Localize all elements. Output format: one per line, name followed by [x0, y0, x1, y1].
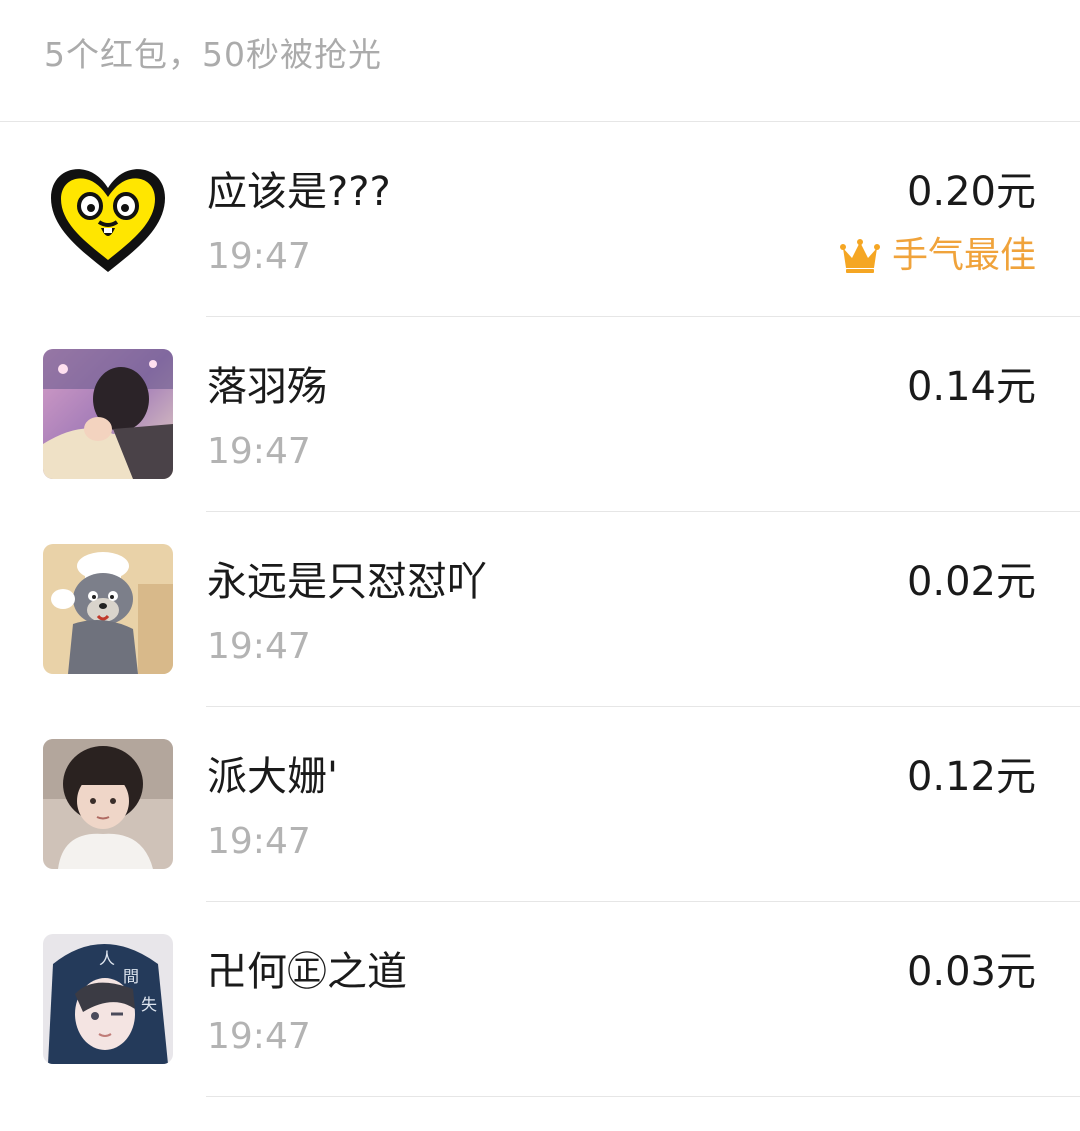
- record-amount: 0.12元: [906, 754, 1036, 800]
- record-name: 派大姗': [207, 754, 338, 800]
- crown-icon: [839, 239, 880, 273]
- record-time: 19:47: [207, 821, 311, 862]
- best-luck-label: 手气最佳: [891, 235, 1036, 276]
- record-time: 19:47: [207, 626, 311, 667]
- anime-hoodie-avatar[interactable]: 人 間 失: [43, 934, 173, 1064]
- row-divider: [206, 1096, 1080, 1097]
- record-row[interactable]: 派大姗' 19:47 0.12元: [0, 707, 1080, 902]
- record-amount: 0.14元: [906, 364, 1036, 410]
- record-time: 19:47: [207, 1016, 311, 1057]
- record-time: 19:47: [207, 236, 311, 277]
- record-amount: 0.03元: [906, 949, 1036, 995]
- record-name: 永远是只怼怼吖: [207, 559, 487, 605]
- record-row[interactable]: 人 間 失 卍何㊣之道 19:47 0.03元: [0, 902, 1080, 1097]
- best-luck-badge: 手气最佳: [839, 230, 1036, 282]
- record-row[interactable]: 应该是??? 19:47 0.20元 手气最佳: [0, 122, 1080, 317]
- red-packet-summary: 5个红包，50秒被抢光: [44, 35, 382, 74]
- svg-text:間: 間: [123, 967, 139, 986]
- record-name: 应该是???: [207, 169, 391, 215]
- record-amount: 0.20元: [906, 169, 1036, 215]
- photo-person-avatar[interactable]: [43, 739, 173, 869]
- svg-text:人: 人: [99, 949, 115, 968]
- photo-girl-avatar[interactable]: [43, 349, 173, 479]
- svg-text:失: 失: [141, 995, 157, 1014]
- cartoon-cat-chef-avatar[interactable]: [43, 544, 173, 674]
- yellow-heart-face-avatar[interactable]: [43, 154, 173, 284]
- record-row[interactable]: 永远是只怼怼吖 19:47 0.02元: [0, 512, 1080, 707]
- record-name: 卍何㊣之道: [207, 949, 407, 995]
- record-time: 19:47: [207, 431, 311, 472]
- red-packet-records-list: 应该是??? 19:47 0.20元 手气最佳 落羽殇 19:47 0.14元 …: [0, 122, 1080, 1097]
- record-name: 落羽殇: [207, 364, 327, 410]
- record-amount: 0.02元: [906, 559, 1036, 605]
- record-row[interactable]: 落羽殇 19:47 0.14元: [0, 317, 1080, 512]
